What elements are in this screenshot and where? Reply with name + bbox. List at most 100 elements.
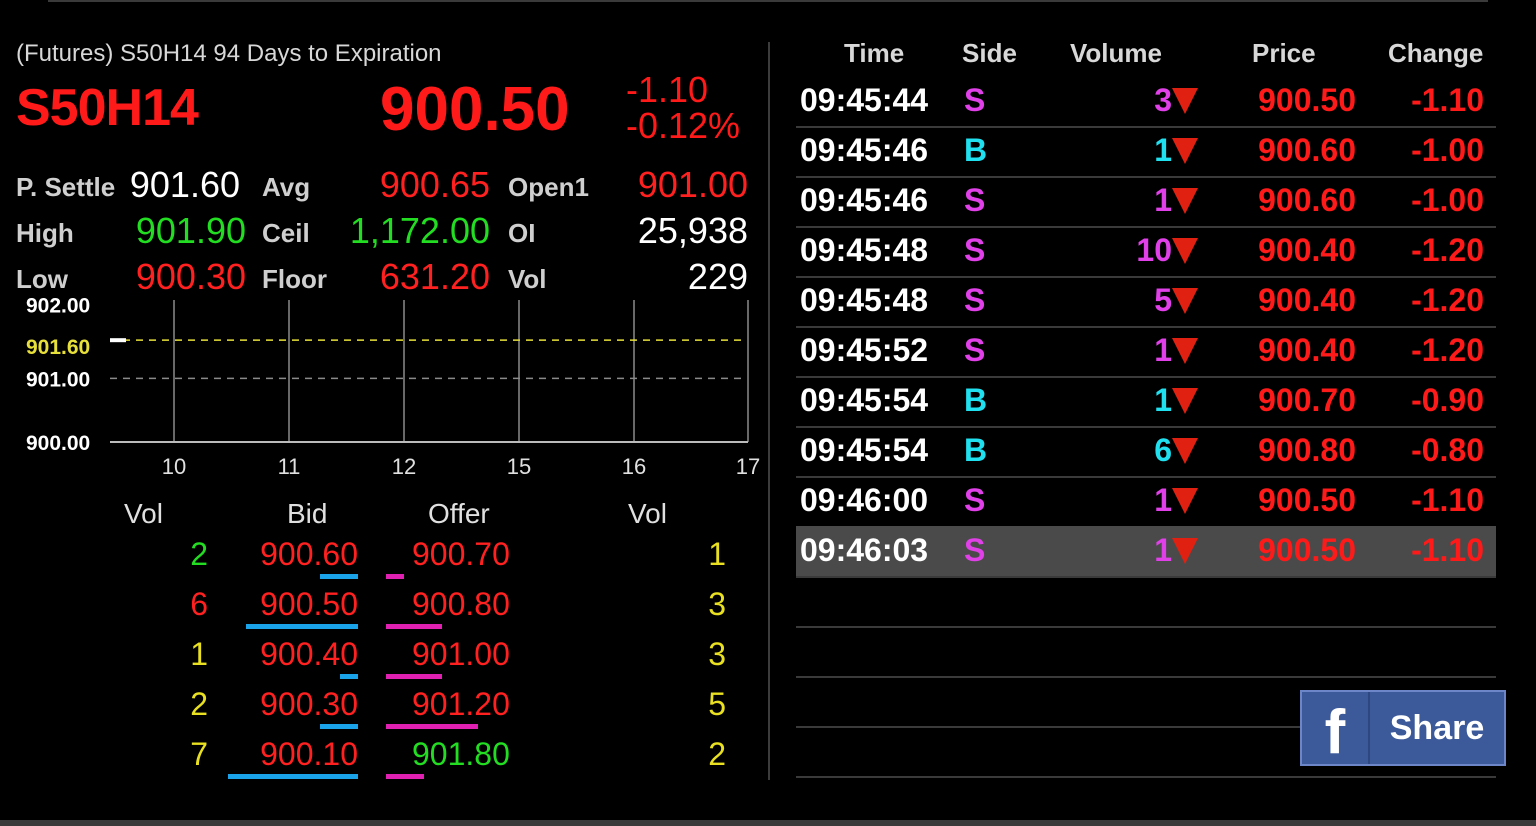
ob-bid-price: 900.30: [260, 686, 358, 722]
trade-time: 09:45:46: [800, 132, 929, 168]
trade-row[interactable]: 09:45:52 S 1 900.40 -1.20: [796, 326, 1496, 378]
ob-bid-depth-bar: [340, 674, 358, 679]
stat-value-vol: 229: [687, 256, 748, 297]
trade-price: 900.50: [1258, 82, 1356, 118]
share-label: Share: [1389, 708, 1485, 747]
trades-header-price: Price: [1252, 38, 1316, 68]
chart-y-tick-label: 902.00: [26, 296, 90, 318]
trade-time: 09:45:48: [800, 282, 929, 318]
trade-price: 900.50: [1258, 482, 1356, 518]
stat-label-low: Low: [16, 264, 68, 294]
down-arrow-icon: [1172, 538, 1198, 564]
trade-change: -1.10: [1411, 82, 1484, 118]
trade-row[interactable]: 09:45:44 S 3 900.50 -1.10: [796, 76, 1496, 128]
trade-volume: 1: [1154, 482, 1172, 518]
stat-label-oi: OI: [508, 218, 536, 248]
trade-time: 09:45:48: [800, 232, 929, 268]
trade-volume: 1: [1154, 332, 1172, 368]
trade-row[interactable]: 09:45:46 B 1 900.60 -1.00: [796, 126, 1496, 178]
trade-change: -1.00: [1411, 132, 1484, 168]
chart-x-tick-label: 16: [622, 454, 646, 479]
chart-x-tick-label: 10: [162, 454, 186, 479]
stat-label-vol: Vol: [508, 264, 547, 294]
chart-y-tick-label: 901.00: [26, 368, 90, 391]
trade-price: 900.40: [1258, 332, 1356, 368]
ob-bid-price: 900.60: [260, 536, 358, 572]
trade-row[interactable]: 09:45:54 B 6 900.80 -0.80: [796, 426, 1496, 478]
trades-header-change: Change: [1388, 38, 1484, 68]
ob-header-ask-vol: Vol: [628, 498, 667, 529]
ob-ask-volume: 5: [708, 686, 726, 722]
trade-volume: 3: [1154, 82, 1172, 118]
stat-label-high: High: [16, 218, 74, 248]
down-arrow-icon: [1172, 288, 1198, 314]
trades-header-time: Time: [844, 38, 905, 68]
trade-row[interactable]: 09:45:46 S 1 900.60 -1.00: [796, 176, 1496, 228]
trade-change: -1.20: [1411, 332, 1484, 368]
trade-price: 900.40: [1258, 232, 1356, 268]
trade-row[interactable]: 09:45:48 S 10 900.40 -1.20: [796, 226, 1496, 278]
trade-price: 900.40: [1258, 282, 1356, 318]
trade-volume: 6: [1154, 432, 1172, 468]
ob-offer-price: 900.80: [412, 586, 510, 622]
stat-value-low: 900.30: [135, 256, 246, 297]
chart-x-tick-label: 11: [278, 454, 301, 479]
chart-data-point: [110, 338, 126, 343]
price-chart: 10 11 12 15 16 17 902.00 901.60 901.00 900.00: [26, 296, 760, 479]
trade-time: 09:45:44: [800, 82, 929, 118]
down-arrow-icon: [1172, 238, 1198, 264]
ob-ask-volume: 3: [708, 586, 726, 622]
stat-value-open1: 901.00: [637, 164, 748, 205]
panel-divider: [768, 42, 770, 780]
stat-label-open1: Open1: [508, 172, 589, 202]
trade-time: 09:46:03: [800, 532, 929, 568]
ob-ask-depth-bar: [386, 724, 478, 729]
trades-header-side: Side: [962, 38, 1017, 68]
trade-row-divider: [796, 776, 1496, 778]
trade-change: -1.20: [1411, 282, 1484, 318]
facebook-share-button[interactable]: f Share: [1300, 690, 1506, 766]
stat-label-floor: Floor: [262, 264, 327, 294]
stat-value-ceil: 1,172.00: [349, 210, 490, 251]
ob-ask-volume: 2: [708, 736, 726, 772]
ob-offer-price: 900.70: [412, 536, 510, 572]
ob-bid-volume: 7: [190, 736, 208, 772]
ob-offer-price: 901.80: [412, 736, 510, 772]
trade-change: -1.10: [1411, 532, 1484, 568]
trade-side: S: [964, 532, 986, 568]
trade-time: 09:45:54: [800, 432, 929, 468]
ob-bid-depth-bar: [320, 574, 358, 579]
trade-row[interactable]: 09:45:48 S 5 900.40 -1.20: [796, 276, 1496, 328]
last-price: 900.50: [380, 75, 570, 144]
trade-side: S: [964, 182, 986, 218]
stat-value-high: 901.90: [135, 210, 246, 251]
down-arrow-icon: [1172, 138, 1198, 164]
ob-bid-price: 900.40: [260, 636, 358, 672]
ob-offer-price: 901.20: [412, 686, 510, 722]
trade-change: -1.00: [1411, 182, 1484, 218]
price-change: -1.10: [626, 69, 709, 110]
trade-price: 900.60: [1258, 132, 1356, 168]
down-arrow-icon: [1172, 488, 1198, 514]
trade-change: -1.20: [1411, 232, 1484, 268]
trade-time: 09:45:54: [800, 382, 929, 418]
chart-x-tick-label: 15: [507, 454, 531, 479]
trade-row[interactable]: 09:46:00 S 1 900.50 -1.10: [796, 476, 1496, 528]
trade-row[interactable]: 09:45:54 B 1 900.70 -0.90: [796, 376, 1496, 428]
contract-subtitle: (Futures) S50H14 94 Days to Expiration: [16, 40, 442, 67]
bottom-divider: [0, 820, 1536, 826]
chart-x-tick-label: 12: [392, 454, 416, 479]
trade-time: 09:45:52: [800, 332, 929, 368]
trade-row[interactable]: 09:46:03 S 1 900.50 -1.10: [796, 526, 1496, 578]
ob-ask-depth-bar: [386, 574, 404, 579]
trade-price: 900.50: [1258, 532, 1356, 568]
ob-bid-depth-bar: [320, 724, 358, 729]
ob-header-bid: Bid: [287, 498, 328, 529]
ob-offer-price: 901.00: [412, 636, 510, 672]
ob-bid-volume: 2: [190, 686, 208, 722]
down-arrow-icon: [1172, 438, 1198, 464]
trade-row-divider: [796, 676, 1496, 678]
stat-label-p-settle: P. Settle: [16, 172, 116, 202]
trade-change: -0.80: [1411, 432, 1484, 468]
ob-ask-depth-bar: [386, 624, 442, 629]
